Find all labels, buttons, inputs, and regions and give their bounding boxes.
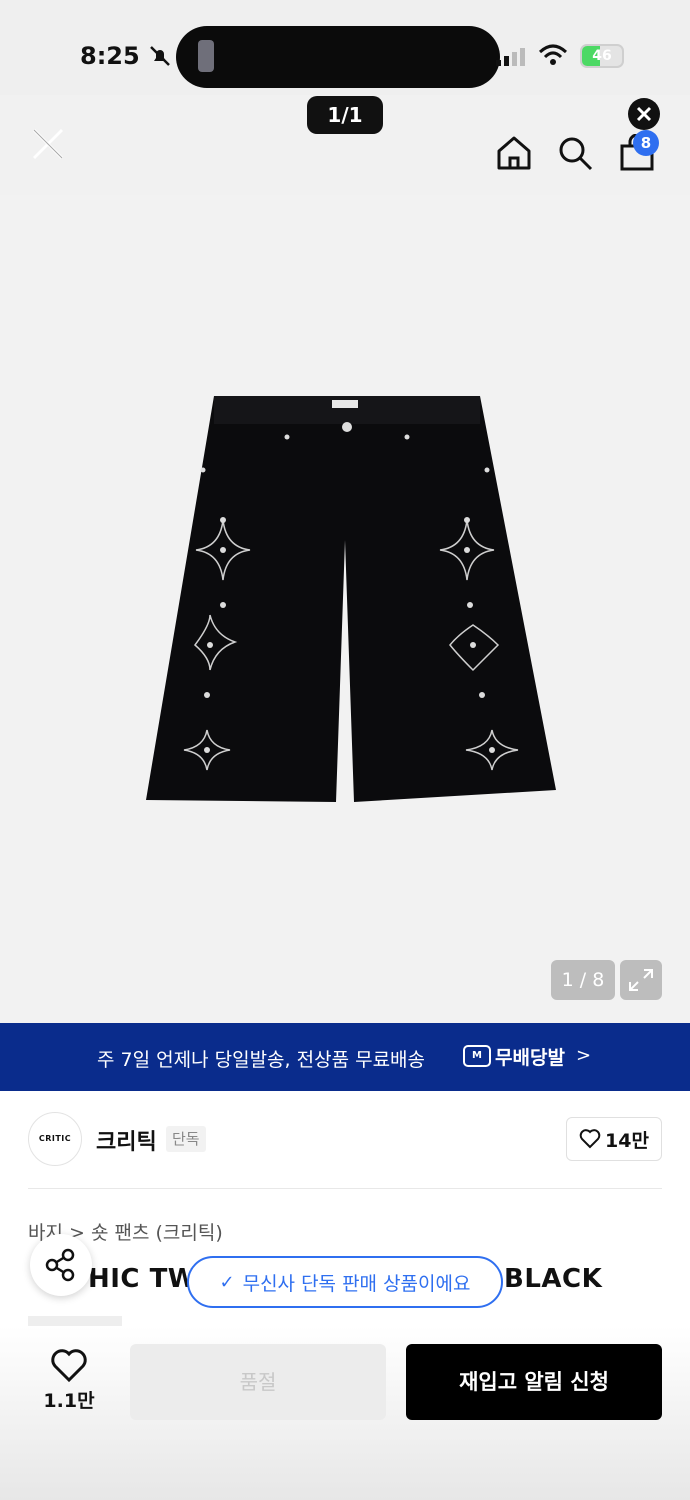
brand-like-button[interactable]: 14만 [566, 1117, 662, 1161]
signal-icon [496, 48, 525, 66]
banner-logo-text: 무배당발 [495, 1046, 565, 1069]
truck-logo-icon: M [463, 1045, 491, 1067]
heart-icon [579, 1129, 601, 1149]
shipping-banner[interactable]: 주 7일 언제나 당일발송, 전상품 무료배송 M 무배당발 > [0, 1023, 690, 1091]
search-icon[interactable] [556, 134, 594, 172]
heart-icon [51, 1349, 87, 1383]
toast-text: 무신사 단독 판매 상품이에요 [242, 1272, 471, 1295]
share-icon [45, 1248, 75, 1282]
wifi-icon [538, 44, 568, 65]
chevron-right-icon: > [576, 1045, 592, 1066]
exclusive-tag: 단독 [166, 1126, 206, 1152]
brand-like-count: 14만 [605, 1129, 649, 1152]
brand-name[interactable]: 크리틱 [96, 1124, 157, 1156]
battery-text: 46 [592, 48, 612, 64]
bell-muted-icon [150, 46, 170, 66]
exclusive-toast: ✓ 무신사 단독 판매 상품이에요 [187, 1256, 503, 1308]
share-button[interactable] [30, 1234, 92, 1296]
divider [28, 1188, 662, 1189]
restock-alert-button[interactable]: 재입고 알림 신청 [406, 1344, 662, 1420]
overlay-close-button[interactable] [628, 98, 660, 130]
wishlist-count: 1.1만 [43, 1390, 95, 1412]
image-pagination: 1 / 8 [551, 960, 615, 1000]
close-icon [636, 106, 652, 122]
expand-button[interactable] [620, 960, 662, 1000]
product-title: HIC TW [88, 1264, 197, 1294]
status-time: 8:25 [80, 42, 140, 70]
flashlight-icon [198, 40, 214, 72]
close-icon[interactable] [28, 124, 68, 164]
status-bar: 8:25 46 [0, 0, 690, 95]
product-image-shorts[interactable] [140, 390, 560, 830]
banner-logo: M 무배당발 [463, 1043, 565, 1069]
brand-logo[interactable]: CRITIC [28, 1112, 82, 1166]
home-icon[interactable] [495, 134, 533, 172]
product-title-end: BLACK [504, 1264, 603, 1294]
soldout-button[interactable]: 품절 [130, 1344, 386, 1420]
image-viewer-counter: 1/1 [307, 96, 383, 134]
expand-icon [629, 969, 653, 991]
dynamic-island [176, 26, 500, 88]
banner-text: 주 7일 언제나 당일발송, 전상품 무료배송 [97, 1049, 426, 1071]
check-icon: ✓ [219, 1271, 235, 1293]
cart-count-badge: 8 [633, 130, 659, 156]
battery-indicator: 46 [580, 44, 624, 68]
